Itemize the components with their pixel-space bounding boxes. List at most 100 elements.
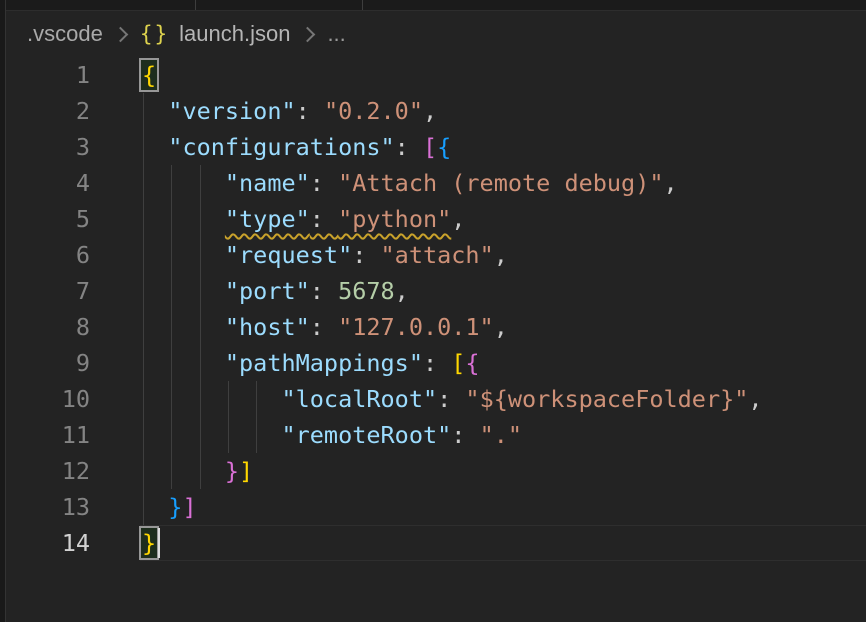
code-editor[interactable]: 1{2 "version": "0.2.0",3 "configurations…	[6, 57, 866, 561]
bracket-match-highlight: {	[139, 58, 159, 92]
syntax-token: "host"	[225, 313, 310, 341]
tab-separator	[195, 0, 196, 10]
line-number[interactable]: 7	[6, 273, 90, 309]
code-line[interactable]: "configurations": [{	[140, 129, 866, 165]
line-number[interactable]: 9	[6, 345, 90, 381]
line-number[interactable]: 1	[6, 57, 90, 93]
syntax-token: ,	[451, 205, 465, 233]
code-line[interactable]: "port": 5678,	[140, 273, 866, 309]
syntax-token: :	[423, 349, 451, 377]
syntax-token: "name"	[225, 169, 310, 197]
code-line[interactable]: "remoteRoot": "."	[140, 417, 866, 453]
syntax-token: ,	[664, 169, 678, 197]
line-number[interactable]: 10	[6, 381, 90, 417]
code-line-row[interactable]: 12 }]	[6, 453, 866, 489]
syntax-token: }	[225, 457, 239, 485]
line-number[interactable]: 3	[6, 129, 90, 165]
text-cursor	[158, 528, 160, 558]
code-line[interactable]: "pathMappings": [{	[140, 345, 866, 381]
syntax-token: "python"	[338, 205, 451, 233]
syntax-token: ,	[494, 313, 508, 341]
line-number[interactable]: 14	[6, 525, 90, 561]
syntax-token: "port"	[225, 277, 310, 305]
syntax-token: :	[310, 277, 338, 305]
code-line-row[interactable]: 11 "remoteRoot": "."	[6, 417, 866, 453]
line-number[interactable]: 8	[6, 309, 90, 345]
syntax-token: ]	[239, 457, 253, 485]
syntax-token: :	[310, 313, 338, 341]
syntax-token	[140, 421, 281, 449]
code-line-row[interactable]: 9 "pathMappings": [{	[6, 345, 866, 381]
vscode-window: .vscode {} launch.json ... 1{2 "version"…	[0, 0, 866, 622]
bracket-match-highlight: }	[139, 526, 159, 560]
syntax-token: ]	[182, 493, 196, 521]
tab-bar-bottom	[6, 0, 866, 11]
code-line-row[interactable]: 4 "name": "Attach (remote debug)",	[6, 165, 866, 201]
syntax-token: "${workspaceFolder}"	[465, 385, 748, 413]
syntax-token: :	[310, 205, 338, 233]
chevron-right-icon	[113, 26, 129, 42]
line-number[interactable]: 5	[6, 201, 90, 237]
syntax-token: :	[310, 169, 338, 197]
syntax-token: "remoteRoot"	[281, 421, 451, 449]
syntax-token: ,	[395, 277, 409, 305]
line-number[interactable]: 11	[6, 417, 90, 453]
syntax-token: :	[352, 241, 380, 269]
syntax-token	[140, 493, 168, 521]
syntax-token: "configurations"	[168, 133, 394, 161]
code-line[interactable]: {	[140, 57, 866, 93]
code-line[interactable]: }	[140, 525, 866, 561]
line-number[interactable]: 4	[6, 165, 90, 201]
warning-squiggle: "type": "python"	[225, 205, 451, 233]
code-line-row[interactable]: 3 "configurations": [{	[6, 129, 866, 165]
code-line[interactable]: "host": "127.0.0.1",	[140, 309, 866, 345]
syntax-token: "Attach (remote debug)"	[338, 169, 663, 197]
code-line[interactable]: "version": "0.2.0",	[140, 93, 866, 129]
syntax-token: {	[465, 349, 479, 377]
syntax-token	[140, 205, 225, 233]
code-line[interactable]: }]	[140, 453, 866, 489]
syntax-token	[140, 349, 225, 377]
panel-edge	[0, 0, 6, 622]
syntax-token	[140, 97, 168, 125]
code-line-row[interactable]: 7 "port": 5678,	[6, 273, 866, 309]
syntax-token: :	[395, 133, 423, 161]
syntax-token: }	[168, 493, 182, 521]
code-line-row[interactable]: 5 "type": "python",	[6, 201, 866, 237]
code-line[interactable]: "name": "Attach (remote debug)",	[140, 165, 866, 201]
code-line-row[interactable]: 14}	[6, 525, 866, 561]
breadcrumb: .vscode {} launch.json ...	[6, 11, 866, 57]
code-line-row[interactable]: 10 "localRoot": "${workspaceFolder}",	[6, 381, 866, 417]
code-line[interactable]: }]	[140, 489, 866, 525]
code-line[interactable]: "localRoot": "${workspaceFolder}",	[140, 381, 866, 417]
code-line-row[interactable]: 8 "host": "127.0.0.1",	[6, 309, 866, 345]
syntax-token	[140, 133, 168, 161]
syntax-token	[140, 385, 281, 413]
syntax-token: "request"	[225, 241, 352, 269]
syntax-token: :	[451, 421, 479, 449]
code-line[interactable]: "request": "attach",	[140, 237, 866, 273]
syntax-token	[140, 457, 225, 485]
syntax-token: "."	[480, 421, 522, 449]
editor-group: .vscode {} launch.json ... 1{2 "version"…	[6, 0, 866, 622]
syntax-token: "127.0.0.1"	[338, 313, 494, 341]
syntax-token: :	[437, 385, 465, 413]
breadcrumb-item-file[interactable]: launch.json	[179, 21, 290, 47]
line-number[interactable]: 6	[6, 237, 90, 273]
breadcrumb-item-symbol[interactable]: ...	[327, 21, 345, 47]
json-file-icon: {}	[140, 22, 169, 46]
line-number[interactable]: 12	[6, 453, 90, 489]
code-line-row[interactable]: 2 "version": "0.2.0",	[6, 93, 866, 129]
code-line[interactable]: "type": "python",	[140, 201, 866, 237]
syntax-token: {	[437, 133, 451, 161]
chevron-right-icon	[300, 26, 316, 42]
breadcrumb-item-folder[interactable]: .vscode	[27, 21, 103, 47]
line-number[interactable]: 13	[6, 489, 90, 525]
syntax-token: ,	[494, 241, 508, 269]
syntax-token: 5678	[338, 277, 395, 305]
code-line-row[interactable]: 13 }]	[6, 489, 866, 525]
syntax-token: "pathMappings"	[225, 349, 423, 377]
line-number[interactable]: 2	[6, 93, 90, 129]
code-line-row[interactable]: 6 "request": "attach",	[6, 237, 866, 273]
code-line-row[interactable]: 1{	[6, 57, 866, 93]
